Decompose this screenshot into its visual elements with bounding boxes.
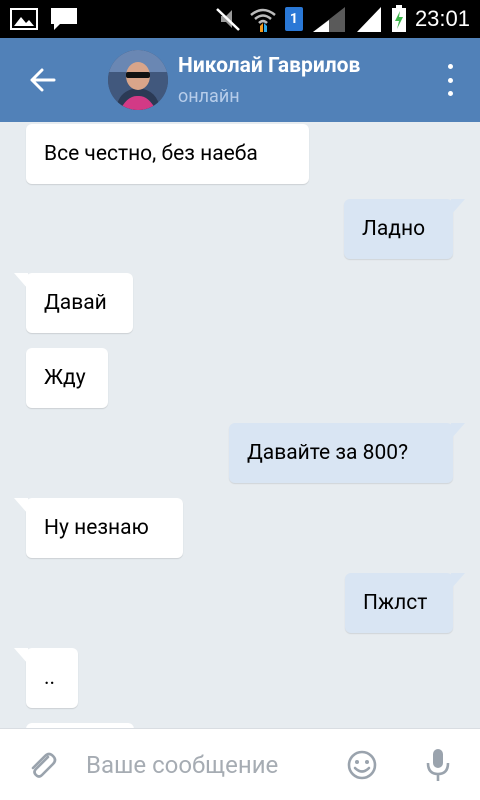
- battery-charging-icon: [391, 5, 406, 32]
- contact-name[interactable]: Николай Гаврилов: [178, 54, 360, 78]
- message-bubble-outgoing[interactable]: Ладно: [344, 199, 465, 259]
- message-text: Ну незнаю: [44, 516, 149, 540]
- paperclip-icon[interactable]: [26, 749, 58, 781]
- bubble-tail-icon: [14, 498, 28, 514]
- arrow-back-icon: [30, 68, 56, 92]
- mute-icon: [216, 8, 240, 31]
- message-bubble-incoming[interactable]: Давай: [14, 273, 133, 333]
- message-bubble-outgoing[interactable]: Давайте за 800?: [229, 423, 465, 483]
- wifi-icon: [250, 8, 276, 32]
- clock: 23:01: [414, 6, 470, 31]
- message-text: Пжлст: [363, 591, 428, 615]
- message-input[interactable]: [86, 745, 326, 785]
- chat-icon: [51, 8, 77, 30]
- avatar[interactable]: [108, 50, 168, 110]
- overflow-menu-button[interactable]: [438, 64, 462, 96]
- signal-icon: [356, 7, 381, 32]
- message-bubble-incoming[interactable]: Ну незнаю: [14, 498, 183, 558]
- message-bubble-incoming[interactable]: Жду: [26, 348, 108, 408]
- message-composer: [0, 728, 480, 800]
- bubble-tail-icon: [451, 573, 465, 589]
- message-text: Жду: [44, 366, 86, 390]
- smile-icon[interactable]: [346, 749, 378, 781]
- chat-header: Николай Гаврилов онлайн: [0, 38, 480, 122]
- dot-icon: [447, 91, 453, 96]
- message-text: Все честно, без наеба: [44, 142, 258, 166]
- microphone-icon[interactable]: [424, 747, 452, 783]
- contact-status: онлайн: [178, 86, 240, 107]
- message-bubble-incoming[interactable]: Все честно, без наеба: [26, 124, 309, 184]
- message-text: ..: [44, 666, 56, 690]
- message-bubble-outgoing[interactable]: Пжлст: [345, 573, 465, 633]
- dot-icon: [447, 64, 453, 69]
- back-button[interactable]: [22, 60, 62, 100]
- message-text: Ладно: [362, 217, 426, 241]
- message-bubble-incoming[interactable]: ..: [14, 648, 78, 708]
- avatar-photo-icon: [108, 50, 168, 110]
- signal-icon: [312, 7, 345, 32]
- bubble-tail-icon: [14, 273, 28, 289]
- bubble-tail-icon: [451, 199, 465, 215]
- message-list[interactable]: Все честно, без наеба Ладно Давай Жду Да…: [0, 122, 480, 728]
- dot-icon: [447, 77, 453, 83]
- message-text: Давай: [44, 291, 107, 315]
- status-bar: 1 23:01: [0, 0, 480, 38]
- bubble-tail-icon: [451, 423, 465, 439]
- message-text: Давайте за 800?: [247, 441, 409, 465]
- image-icon: [10, 8, 38, 30]
- bubble-tail-icon: [14, 648, 28, 664]
- sim-icon: 1: [284, 7, 303, 31]
